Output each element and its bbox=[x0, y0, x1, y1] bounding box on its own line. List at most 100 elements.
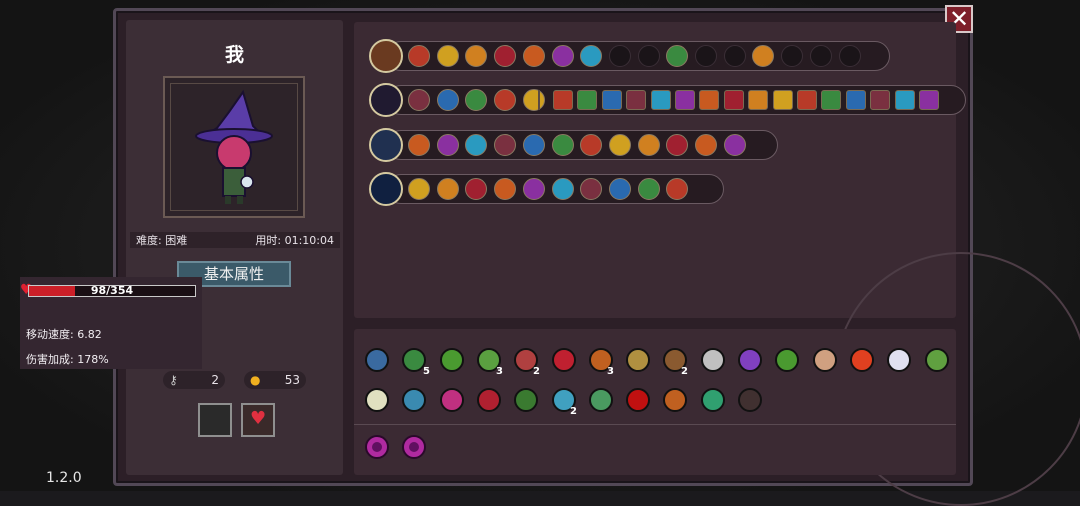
relic-count: 2 bbox=[570, 406, 577, 417]
leaf-icon[interactable] bbox=[436, 89, 459, 111]
passive-item-icon[interactable] bbox=[870, 90, 891, 110]
purple-wave-icon[interactable] bbox=[695, 134, 717, 156]
passive-item-icon[interactable] bbox=[699, 90, 720, 110]
coins-count: 53 bbox=[284, 373, 300, 387]
relic-icon[interactable] bbox=[772, 345, 802, 375]
relic-icon[interactable] bbox=[362, 385, 392, 415]
rune-icon[interactable] bbox=[522, 45, 545, 67]
player-name: 我 bbox=[224, 44, 244, 66]
relic-count: 2 bbox=[681, 366, 688, 377]
meat-icon[interactable] bbox=[551, 178, 574, 200]
relic-icon[interactable] bbox=[362, 345, 392, 375]
move-speed-stat: 移动速度: 6.82 bbox=[26, 328, 102, 341]
empty-skill-slot[interactable] bbox=[608, 45, 631, 67]
passive-item-icon[interactable] bbox=[577, 90, 598, 110]
version-label: 1.2.0 bbox=[46, 470, 82, 486]
relic-icon[interactable] bbox=[847, 345, 877, 375]
relic-count: 2 bbox=[533, 366, 540, 377]
empty-skill-slot[interactable] bbox=[781, 45, 804, 67]
hourglass-icon[interactable] bbox=[408, 134, 430, 156]
spin-icon[interactable] bbox=[522, 178, 545, 200]
curse-relic-icon[interactable] bbox=[399, 432, 429, 462]
sword-icon[interactable] bbox=[723, 134, 746, 156]
empty-skill-slot[interactable] bbox=[695, 45, 717, 67]
treasure-chest-icon[interactable] bbox=[369, 39, 403, 73]
passive-item-icon[interactable] bbox=[723, 90, 744, 110]
flame-arrow-icon[interactable] bbox=[494, 178, 517, 200]
relic-icon[interactable] bbox=[623, 385, 653, 415]
purple-flame-icon[interactable] bbox=[551, 45, 574, 67]
relic-icon[interactable] bbox=[735, 385, 765, 415]
arrow-up-icon[interactable] bbox=[551, 134, 574, 156]
potion-icon: ♥ bbox=[250, 408, 267, 429]
hp-bar: 98/354 bbox=[28, 284, 196, 297]
wave-icon[interactable] bbox=[436, 45, 459, 67]
relic-icon[interactable] bbox=[511, 385, 541, 415]
passive-item-icon[interactable] bbox=[748, 90, 769, 110]
character-portrait bbox=[163, 76, 305, 218]
relic-icon[interactable] bbox=[437, 385, 467, 415]
coin-icon: ● bbox=[250, 373, 261, 387]
empty-skill-slot[interactable] bbox=[809, 45, 832, 67]
curse-relic-icon[interactable] bbox=[362, 432, 392, 462]
meat-icon[interactable] bbox=[494, 134, 517, 156]
target-icon[interactable] bbox=[408, 45, 430, 67]
coins-counter: ● 53 bbox=[244, 371, 306, 389]
item-slot-empty[interactable] bbox=[198, 403, 232, 437]
relic-icon[interactable] bbox=[810, 345, 840, 375]
relic-icon[interactable] bbox=[623, 345, 653, 375]
passive-item-icon[interactable] bbox=[845, 90, 866, 110]
dark-staff-icon[interactable] bbox=[369, 83, 403, 117]
blue-star-icon[interactable] bbox=[436, 178, 459, 200]
passive-item-icon[interactable] bbox=[797, 90, 817, 110]
empty-skill-slot[interactable] bbox=[637, 45, 660, 67]
key-icon: ⚷ bbox=[169, 373, 178, 387]
passive-item-icon[interactable] bbox=[821, 90, 842, 110]
passive-item-icon[interactable] bbox=[919, 90, 939, 110]
relic-icon[interactable] bbox=[474, 385, 504, 415]
difficulty-label: 难度: 困难 bbox=[136, 234, 188, 247]
relic-icon[interactable] bbox=[437, 345, 467, 375]
skull-icon[interactable] bbox=[408, 89, 430, 111]
relic-icon[interactable] bbox=[735, 345, 765, 375]
book-icon[interactable] bbox=[494, 89, 517, 111]
relic-icon[interactable] bbox=[698, 345, 728, 375]
chest-icon[interactable] bbox=[637, 134, 660, 156]
passive-item-icon[interactable] bbox=[772, 90, 793, 110]
passive-item-icon[interactable] bbox=[675, 90, 695, 110]
blue-wave-icon[interactable] bbox=[637, 178, 660, 200]
empty-skill-slot[interactable] bbox=[838, 45, 861, 67]
meat-icon[interactable] bbox=[608, 134, 631, 156]
passive-item-icon[interactable] bbox=[650, 90, 671, 110]
arrow-up-icon[interactable] bbox=[522, 134, 545, 156]
relic-icon[interactable] bbox=[549, 345, 579, 375]
passive-item-icon[interactable] bbox=[894, 90, 915, 110]
flame-arrow-icon[interactable] bbox=[436, 134, 459, 156]
run-info-bar: 难度: 困难 用时: 01:10:04 bbox=[130, 232, 340, 248]
relic-icon[interactable] bbox=[399, 385, 429, 415]
lightning-icon[interactable] bbox=[494, 45, 517, 67]
relic-count: 3 bbox=[496, 366, 503, 377]
skull-icon[interactable] bbox=[408, 178, 430, 200]
blue-wave-icon[interactable] bbox=[608, 178, 631, 200]
passive-item-icon[interactable] bbox=[553, 90, 573, 110]
character-info-panel: 我 难度: 困难 用时: 01:10:04 基本属性 bbox=[126, 20, 343, 475]
relic-icon[interactable] bbox=[922, 345, 952, 375]
empty-skill-slot[interactable] bbox=[723, 45, 746, 67]
time-label: 用时: 01:10:04 bbox=[255, 234, 334, 247]
keys-count: 2 bbox=[211, 373, 219, 387]
blue-sword-icon[interactable] bbox=[369, 172, 403, 206]
relic-icon[interactable] bbox=[660, 385, 690, 415]
hp-text: 98/354 bbox=[90, 284, 134, 297]
wizard-character-icon bbox=[195, 89, 273, 204]
relic-icon[interactable] bbox=[586, 385, 616, 415]
passive-item-icon[interactable] bbox=[626, 90, 647, 110]
relic-icon[interactable] bbox=[698, 385, 728, 415]
relic-icon[interactable] bbox=[884, 345, 914, 375]
meat-icon[interactable] bbox=[522, 89, 545, 111]
row-divider bbox=[538, 90, 540, 110]
passive-item-icon[interactable] bbox=[601, 90, 622, 110]
keys-counter: ⚷ 2 bbox=[163, 371, 225, 389]
item-slot-potion[interactable]: ♥ bbox=[241, 403, 275, 437]
ice-staff-icon[interactable] bbox=[369, 128, 403, 162]
